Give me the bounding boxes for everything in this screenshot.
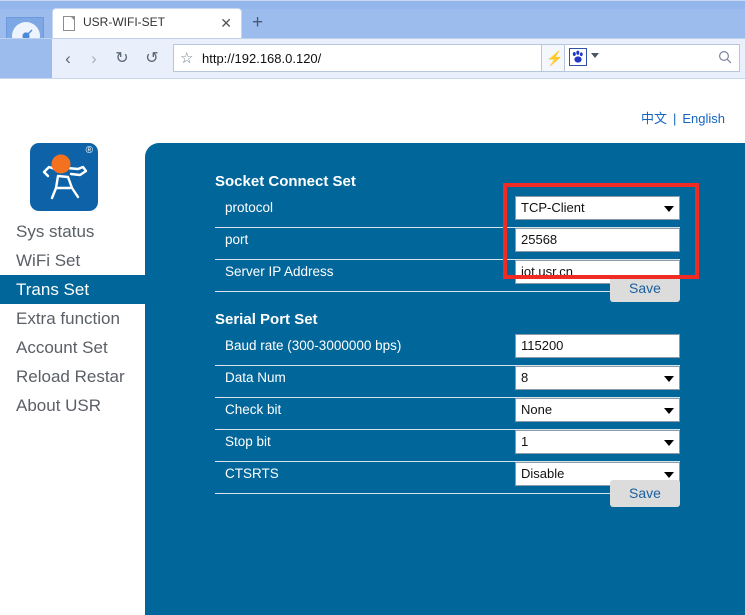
sidebar-item-sys-status[interactable]: Sys status (0, 217, 148, 246)
protocol-value: TCP-Client (521, 200, 585, 215)
browser-chrome: USR-WIFI-SET ✕ + ‹ › ↻ ↺ ☆ http://192.16… (0, 0, 745, 86)
row-label-check-bit: Check bit (225, 402, 281, 417)
row-label-protocol: protocol (225, 200, 273, 215)
chevron-down-icon (664, 408, 674, 414)
check-bit-value: None (521, 402, 552, 417)
row-label-stop-bit: Stop bit (225, 434, 271, 449)
address-bar[interactable]: ☆ http://192.168.0.120/ (173, 44, 542, 72)
sidebar-item-label: Trans Set (16, 280, 89, 299)
row-label-data-num: Data Num (225, 370, 286, 385)
language-link-english[interactable]: English (682, 111, 725, 126)
row-port: port 25568 (215, 227, 680, 260)
data-num-value: 8 (521, 370, 528, 385)
language-switcher: 中文 | English (641, 108, 725, 127)
baud-rate-value: 115200 (521, 338, 563, 353)
sidebar-item-wifi-set[interactable]: WiFi Set (0, 246, 148, 275)
search-input[interactable] (564, 44, 740, 72)
row-check-bit: Check bit None (215, 397, 680, 430)
sidebar-item-label: Extra function (16, 309, 120, 328)
port-value: 25568 (521, 232, 557, 247)
reload-icon[interactable]: ↻ (110, 47, 134, 71)
save-socket-button[interactable]: Save (610, 275, 680, 302)
data-num-select[interactable]: 8 (515, 366, 680, 390)
search-icon[interactable] (718, 50, 732, 67)
sidebar-item-reload-restar[interactable]: Reload Restar (0, 362, 148, 391)
tab-title: USR-WIFI-SET (83, 15, 165, 29)
sidebar-item-trans-set[interactable]: Trans Set (0, 275, 148, 304)
undo-icon[interactable]: ↺ (140, 47, 164, 71)
row-label-server-ip: Server IP Address (225, 264, 334, 279)
language-separator: | (673, 111, 676, 126)
bookmark-star-icon[interactable]: ☆ (180, 50, 193, 67)
server-ip-value: iot.usr.cn (521, 264, 573, 279)
url-text: http://192.168.0.120/ (202, 50, 321, 67)
row-label-port: port (225, 232, 248, 247)
sidebar-item-label: Account Set (16, 338, 108, 357)
row-protocol: protocol TCP-Client (215, 195, 680, 228)
chevron-down-icon (664, 376, 674, 382)
chevron-down-icon[interactable] (591, 53, 599, 58)
sidebar-item-account-set[interactable]: Account Set (0, 333, 148, 362)
settings-panel: Socket Connect Set protocol TCP-Client p… (145, 143, 745, 615)
new-tab-button[interactable]: + (252, 11, 263, 35)
page-content: 中文 | English ® Sys status WiFi Set Trans S… (0, 86, 745, 615)
ctsrts-value: Disable (521, 466, 564, 481)
chevron-down-icon (664, 440, 674, 446)
serial-section-title: Serial Port Set (215, 311, 318, 328)
sidebar-item-label: Reload Restar (16, 367, 125, 386)
registered-mark: ® (86, 145, 93, 156)
row-data-num: Data Num 8 (215, 365, 680, 398)
browser-toolbar: ‹ › ↻ ↺ ☆ http://192.168.0.120/ ⚡ ⌄ › (0, 38, 745, 79)
sidebar-item-extra-function[interactable]: Extra function (0, 304, 148, 333)
chevron-down-icon (664, 206, 674, 212)
usr-logo: ® (30, 143, 98, 211)
stop-bit-select[interactable]: 1 (515, 430, 680, 454)
row-label-ctsrts: CTSRTS (225, 466, 279, 481)
stop-bit-value: 1 (521, 434, 528, 449)
sidebar-item-label: About USR (16, 396, 101, 415)
back-icon[interactable]: ‹ (56, 47, 80, 71)
forward-icon[interactable]: › (82, 47, 106, 71)
sidebar-item-label: Sys status (16, 222, 94, 241)
row-stop-bit: Stop bit 1 (215, 429, 680, 462)
sidebar-item-label: WiFi Set (16, 251, 80, 270)
sidebar-item-about-usr[interactable]: About USR (0, 391, 148, 420)
check-bit-select[interactable]: None (515, 398, 680, 422)
row-baud-rate: Baud rate (300-3000000 bps) 115200 (215, 333, 680, 366)
socket-section-title: Socket Connect Set (215, 173, 356, 190)
port-input[interactable]: 25568 (515, 228, 680, 252)
tab-strip: USR-WIFI-SET ✕ + (0, 8, 745, 38)
paw-print-icon[interactable] (569, 48, 587, 66)
close-icon[interactable]: ✕ (220, 13, 232, 33)
page-icon (63, 16, 75, 31)
protocol-select[interactable]: TCP-Client (515, 196, 680, 220)
row-label-baud-rate: Baud rate (300-3000000 bps) (225, 338, 401, 353)
language-link-chinese[interactable]: 中文 (641, 111, 667, 126)
browser-tab[interactable]: USR-WIFI-SET ✕ (52, 8, 242, 38)
sidebar-navigation: Sys status WiFi Set Trans Set Extra func… (0, 217, 148, 420)
toolbar-left-pad (0, 39, 52, 79)
baud-rate-input[interactable]: 115200 (515, 334, 680, 358)
chevron-down-icon (664, 472, 674, 478)
save-serial-button[interactable]: Save (610, 480, 680, 507)
